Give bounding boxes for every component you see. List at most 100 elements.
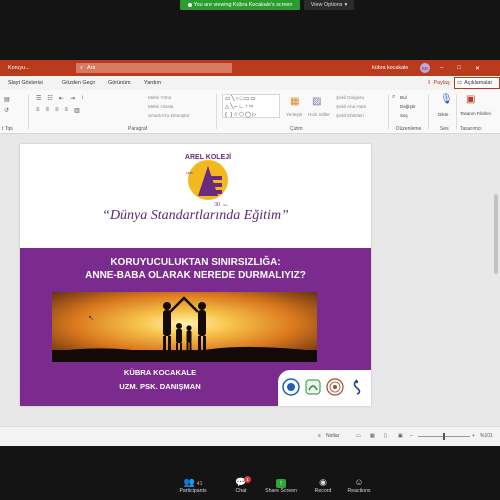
zoom-out-icon[interactable]: – [410, 433, 413, 439]
mouse-cursor-icon: ↖ [88, 315, 94, 322]
ribbon-divider [388, 94, 389, 129]
zoom-in-icon[interactable]: + [472, 433, 475, 439]
zoom-top-bar: You are viewing Kübra Kocakale's screen … [0, 0, 500, 12]
ribbon: ▤ ↺ t Tipi ☰ ☷ ⇤ ⇥ ↕ ≡ ≡ ≡ ≡ ▥ Metin Yön… [0, 90, 500, 134]
group-label-designer: Tasarımcı [460, 126, 482, 132]
microphone-icon[interactable]: 🎙 [440, 94, 453, 105]
maximize-icon[interactable]: □ [457, 65, 461, 72]
minimize-icon[interactable]: – [440, 65, 443, 72]
select-button[interactable]: Seç [400, 113, 408, 118]
view-options-button[interactable]: View Options ▾ [304, 0, 354, 10]
slide[interactable]: AREL KOLEJİ 1986 30 ncu “Dünya Standartl… [20, 144, 371, 406]
slide-title: KORUYUCULUKTAN SINIRSIZLIĞA: ANNE-BABA O… [20, 256, 371, 282]
chat-label: Chat [235, 488, 247, 494]
tab-gorunum[interactable]: Görünüm [108, 80, 130, 86]
shapes-gallery[interactable]: ▭╲○□▭▭ △╲⌐∟↑⇨{ }☆⬠◯▷ [222, 94, 280, 118]
share-button[interactable]: ⇪ Paylaş [424, 78, 453, 88]
chevron-down-icon: ▾ [344, 2, 348, 8]
group-label-editing: Düzenleme [396, 126, 422, 132]
columns-icon[interactable]: ▥ [74, 107, 80, 114]
shape-fill-button[interactable]: Şekil Dolgusu [336, 95, 364, 100]
menu-bar: Slayt Gösterisi Gözden Geçir Görünüm Yar… [0, 76, 500, 90]
comments-button[interactable]: ▭ Açıklamalar [454, 77, 500, 89]
notes-icon[interactable]: ≡ [318, 433, 321, 439]
record-label: Record [314, 488, 332, 494]
zoom-window: You are viewing Kübra Kocakale's screen … [0, 0, 500, 500]
participants-button[interactable]: 👥 41 Participants [168, 476, 218, 494]
powerpoint-window: Koruyu... ⌕ Ara kübra kocakale KK – □ ✕ … [0, 60, 500, 446]
bullets-icon[interactable]: ☰ [36, 95, 41, 102]
ribbon-divider [216, 94, 217, 129]
align-right-icon[interactable]: ≡ [55, 107, 59, 114]
slide-sorter-icon[interactable]: ▦ [370, 433, 375, 439]
decrease-indent-icon[interactable]: ⇤ [59, 95, 64, 102]
viewing-banner: You are viewing Kübra Kocakale's screen [180, 0, 300, 10]
align-center-icon[interactable]: ≡ [46, 107, 50, 114]
comments-label: Açıklamalar [464, 80, 493, 86]
numbering-icon[interactable]: ☷ [47, 95, 52, 102]
slide-title-line-2: ANNE-BABA OLARAK NEREDE DURMALIYIZ? [85, 270, 306, 281]
partner-logo-2 [305, 379, 321, 395]
chat-badge: 1 [244, 476, 251, 483]
reactions-label: Reactions [347, 488, 371, 494]
scrollbar-thumb[interactable] [494, 194, 498, 274]
partner-logo-4 [353, 379, 361, 395]
replace-button[interactable]: Değiştir [400, 104, 416, 109]
shape-outline-button[interactable]: Şekil Ana Hattı [336, 104, 366, 109]
design-ideas-button[interactable]: Tasarım Fikirleri [460, 111, 498, 116]
arrange-icon[interactable]: ▦ [290, 96, 299, 107]
title-bar: Koruyu... ⌕ Ara kübra kocakale KK – □ ✕ [0, 60, 500, 76]
arrange-button[interactable]: Yerleştir [286, 112, 302, 117]
partner-logo-1 [282, 378, 300, 396]
presenter-title: UZM. PSK. DANIŞMAN [119, 382, 201, 391]
ribbon-divider [456, 94, 457, 129]
notes-button[interactable]: Notlar [326, 433, 339, 439]
reset-icon[interactable]: ↺ [4, 107, 9, 114]
search-box[interactable]: ⌕ Ara [76, 63, 232, 73]
user-name: kübra kocakale [372, 65, 409, 71]
align-text-button[interactable]: Metni Hizala [148, 104, 173, 109]
zoom-level[interactable]: %101 [480, 433, 493, 439]
group-label-slide: t Tipi [2, 126, 13, 132]
logo-text: AREL KOLEJİ [185, 153, 231, 161]
zoom-slider-thumb[interactable] [443, 433, 445, 440]
viewing-dot-icon [187, 3, 192, 7]
layout-icon[interactable]: ▤ [4, 96, 10, 103]
convert-smartart-button[interactable]: SmartArt'a Dönüştür [148, 113, 189, 118]
align-left-icon[interactable]: ≡ [36, 107, 40, 114]
viewing-banner-text: You are viewing Kübra Kocakale's screen [193, 2, 293, 8]
text-direction-button[interactable]: Metin Yönü [148, 95, 171, 100]
quick-styles-button[interactable]: Hızlı Stiller [308, 112, 330, 117]
vertical-scrollbar[interactable] [492, 134, 500, 426]
justify-icon[interactable]: ≡ [65, 107, 69, 114]
zoom-toolbar: 👥 41 Participants 💬 1 Chat ↑ Share Screen… [0, 472, 500, 500]
line-spacing-icon[interactable]: ↕ [81, 95, 84, 102]
quick-styles-icon[interactable]: ▨ [312, 96, 321, 107]
logo-year: 1986 [186, 171, 193, 175]
reactions-icon: ☺ [354, 477, 364, 487]
close-icon[interactable]: ✕ [475, 65, 480, 72]
search-icon: ⌕ [80, 64, 84, 71]
reactions-button[interactable]: ☺ Reactions [334, 476, 384, 494]
slide-editing-area: AREL KOLEJİ 1986 30 ncu “Dünya Standartl… [0, 134, 500, 426]
find-button[interactable]: Bul [400, 95, 407, 100]
search-placeholder: Ara [87, 65, 96, 71]
participants-count: 41 [196, 481, 203, 487]
tab-yardim[interactable]: Yardım [144, 80, 161, 86]
tab-slayt-gosterisi[interactable]: Slayt Gösterisi [8, 80, 43, 86]
file-name[interactable]: Koruyu... [8, 65, 30, 71]
shape-effects-button[interactable]: Şekil Efektleri [336, 113, 364, 118]
presenter-name: KÜBRA KOCAKALE [123, 368, 197, 377]
designer-icon[interactable]: ▣ [466, 94, 475, 105]
avatar[interactable]: KK [420, 63, 430, 73]
dictate-button[interactable]: Dikte [438, 112, 448, 117]
share-icon: ⇪ [427, 80, 432, 86]
normal-view-icon[interactable]: ▭ [356, 433, 361, 439]
slideshow-icon[interactable]: ▣ [398, 433, 403, 439]
tab-gozden-gecir[interactable]: Gözden Geçir [62, 80, 95, 86]
reading-view-icon[interactable]: ▯ [384, 433, 387, 439]
status-bar: ≡ Notlar ▭ ▦ ▯ ▣ – + %101 [0, 426, 500, 446]
slide-tagline: “Dünya Standartlarında Eğitim” [102, 208, 289, 223]
find-icon[interactable]: ⌕ [392, 94, 395, 101]
increase-indent-icon[interactable]: ⇥ [70, 95, 75, 102]
